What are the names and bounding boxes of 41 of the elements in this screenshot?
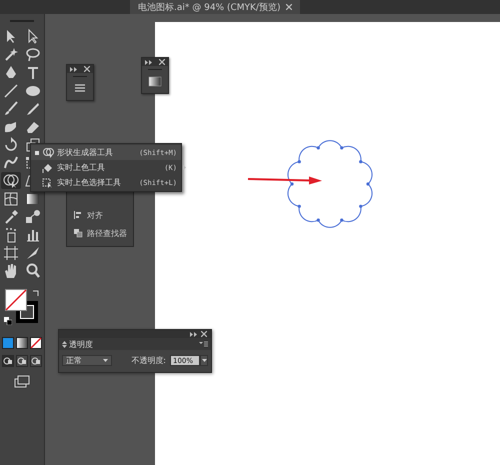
- caret-icon: [202, 359, 206, 362]
- collapse-icon[interactable]: [70, 66, 77, 72]
- opacity-dropdown-button[interactable]: [200, 355, 208, 366]
- mesh-icon[interactable]: [2, 190, 20, 208]
- blend-mode-dropdown[interactable]: 正常: [62, 355, 112, 366]
- panel-tab-label[interactable]: 路径查找器: [87, 228, 127, 238]
- close-icon[interactable]: [201, 331, 207, 337]
- panel-menu-icon[interactable]: [199, 341, 208, 347]
- zoom-icon[interactable]: [24, 262, 42, 280]
- draw-behind-icon[interactable]: [16, 355, 28, 367]
- live-paint-selection-icon: [42, 176, 54, 188]
- shape-builder-icon[interactable]: [2, 172, 20, 190]
- shape-builder-icon: [42, 146, 54, 158]
- blend-icon[interactable]: [24, 208, 42, 226]
- caret-icon: [103, 359, 108, 362]
- close-icon[interactable]: [286, 4, 292, 10]
- artboard-icon[interactable]: [2, 244, 20, 262]
- lasso-icon[interactable]: [24, 46, 42, 64]
- document-tab[interactable]: 电池图标.ai* @ 94% (CMYK/预览): [130, 0, 300, 14]
- panel-tab[interactable]: 透明度: [69, 338, 93, 350]
- stroke-swatch[interactable]: [16, 301, 38, 323]
- draw-inside-icon[interactable]: [30, 355, 42, 367]
- expand-arrows-icon[interactable]: [62, 340, 67, 348]
- draw-normal-icon[interactable]: [2, 355, 14, 367]
- fill-swatch-none[interactable]: [5, 289, 27, 311]
- opacity-label: 不透明度:: [131, 355, 166, 366]
- color-mode-icon[interactable]: [2, 337, 14, 349]
- line-icon[interactable]: [2, 82, 20, 100]
- gradient-mode-icon[interactable]: [16, 337, 28, 349]
- screen-mode-icon[interactable]: [14, 375, 30, 389]
- collapse-icon[interactable]: [145, 60, 152, 64]
- close-icon[interactable]: [84, 66, 90, 72]
- panel-tab-label[interactable]: 对齐: [87, 210, 103, 220]
- align-icon[interactable]: [73, 210, 83, 220]
- pathfinder-icon[interactable]: [73, 228, 83, 238]
- close-icon[interactable]: [159, 59, 165, 65]
- brush-icon[interactable]: [2, 100, 20, 118]
- none-mode-icon[interactable]: [30, 337, 42, 349]
- default-colors-icon[interactable]: [4, 317, 12, 325]
- gradient-panel-icon[interactable]: [148, 74, 162, 88]
- live-paint-bucket-icon: [42, 162, 54, 174]
